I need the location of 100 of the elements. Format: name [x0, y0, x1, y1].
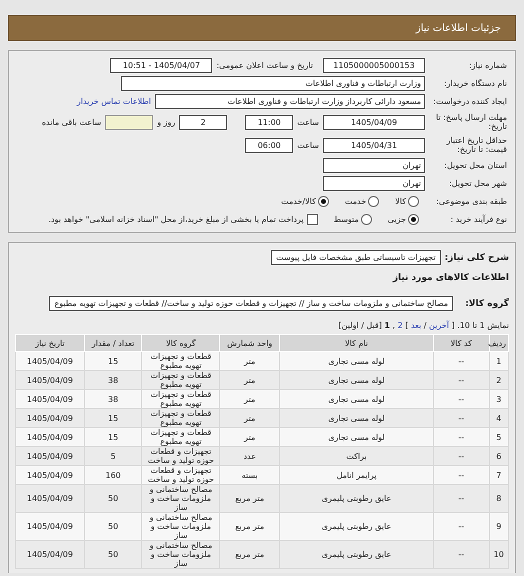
table-cell: قطعات و تجهیزات تهویه مطبوع — [142, 352, 220, 370]
column-header: واحد شمارش — [220, 334, 280, 352]
table-cell: متر — [220, 390, 280, 408]
table-cell: عایق رطوبتی پلیمری — [280, 540, 434, 568]
column-header: گروه کالا — [142, 334, 220, 352]
table-cell: تجهیزات و قطعات حوزه تولید و ساخت — [142, 466, 220, 484]
table-cell: 15 — [84, 428, 142, 446]
table-cell: -- — [434, 466, 489, 484]
page-link[interactable]: آخرین — [429, 321, 449, 330]
table-cell: عایق رطوبتی پلیمری — [280, 484, 434, 512]
field-label: تاریخ و ساعت اعلان عمومی: — [216, 60, 313, 70]
province-field: تهران — [323, 158, 425, 173]
table-cell: براکت — [280, 446, 434, 466]
column-header: کد کالا — [434, 334, 489, 352]
table-cell: 1405/04/09 — [16, 390, 84, 408]
table-cell: 160 — [84, 466, 142, 484]
validity-time-field: 06:00 — [245, 138, 294, 152]
field-label: ایجاد کننده درخواست: — [432, 96, 507, 106]
table-cell: -- — [434, 540, 489, 568]
table-cell: عدد — [220, 446, 280, 466]
option-label: جزیی — [388, 215, 406, 224]
page-link[interactable]: بعد — [410, 321, 422, 330]
process-radio[interactable] — [360, 214, 372, 225]
city-field: تهران — [323, 176, 425, 191]
table-cell: قطعات و تجهیزات تهویه مطبوع — [142, 390, 220, 408]
section-title: اطلاعات کالاهای مورد نیاز — [392, 272, 509, 282]
table-cell: -- — [434, 428, 489, 446]
table-cell: 1405/04/09 — [16, 370, 84, 390]
table-cell: تجهیزات و قطعات حوزه تولید و ساخت — [142, 446, 220, 466]
table-cell: 1405/04/09 — [16, 352, 84, 370]
remaining-time-field — [105, 114, 154, 130]
table-cell: لوله مسی تجاری — [280, 352, 434, 370]
table-cell: 15 — [84, 408, 142, 428]
table-cell: 1405/04/09 — [16, 408, 84, 428]
table-cell: 38 — [84, 390, 142, 408]
table-cell: 50 — [84, 484, 142, 512]
table-cell: 50 — [84, 512, 142, 540]
table-cell: قطعات و تجهیزات تهویه مطبوع — [142, 428, 220, 446]
field-label: شرح کلی نیاز: — [444, 252, 509, 262]
need-number-field: 1105000005000153 — [323, 58, 425, 73]
field-label: شماره نیاز: — [468, 60, 507, 70]
process-radio[interactable] — [408, 214, 419, 225]
column-header: نام کالا — [280, 334, 434, 352]
column-header: تعداد / مقدار — [84, 334, 142, 352]
table-cell: 1405/04/09 — [16, 540, 84, 568]
contact-link[interactable]: اطلاعات تماس خریدار — [76, 97, 151, 106]
table-cell: 1405/04/09 — [16, 428, 84, 446]
category-radio[interactable] — [368, 196, 380, 207]
table-cell: مصالح ساختمانی و ملزومات ساخت و ساز — [142, 484, 220, 512]
table-cell: 8 — [489, 484, 508, 512]
table-cell: پرایمر انامل — [280, 466, 434, 484]
table-cell: متر — [220, 428, 280, 446]
field-label: استان محل تحویل: — [443, 160, 507, 170]
column-header: تاریخ نیاز — [16, 334, 84, 352]
table-cell: -- — [434, 484, 489, 512]
table-cell: بسته — [220, 466, 280, 484]
field-label: نوع فرآیند خرید : — [449, 214, 507, 224]
table-cell: -- — [434, 446, 489, 466]
table-cell: 9 — [489, 512, 508, 540]
table-cell: لوله مسی تجاری — [280, 428, 434, 446]
table-cell: 1405/04/09 — [16, 484, 84, 512]
days-label: روز و — [157, 118, 176, 126]
table-cell: 15 — [84, 352, 142, 370]
table-cell: متر — [220, 370, 280, 390]
table-cell: 5 — [84, 446, 142, 466]
table-cell: 1405/04/09 — [16, 466, 84, 484]
table-cell: 1405/04/09 — [16, 446, 84, 466]
table-cell: 2 — [489, 370, 508, 390]
buyer-field: وزارت ارتباطات و فناوری اطلاعات — [121, 76, 425, 91]
table-cell: متر — [220, 352, 280, 370]
table-cell: -- — [434, 352, 489, 370]
reply-date-field: 1405/04/09 — [323, 114, 425, 130]
category-radio[interactable] — [408, 196, 419, 207]
table-cell: متر — [220, 408, 280, 428]
table-cell: لوله مسی تجاری — [280, 370, 434, 390]
payment-checkbox[interactable] — [306, 214, 318, 225]
page-title: جزئیات اطلاعات نیاز — [416, 22, 501, 34]
table-cell: 1 — [489, 352, 508, 370]
table-cell: -- — [434, 370, 489, 390]
table-cell: لوله مسی تجاری — [280, 390, 434, 408]
table-cell: 38 — [84, 370, 142, 390]
field-label: طبقه بندی موضوعی: — [435, 196, 507, 206]
remaining-label: ساعت باقی مانده — [42, 118, 102, 126]
table-cell: 1405/04/09 — [16, 512, 84, 540]
announce-date-field: 1405/04/07 - 10:51 — [110, 58, 212, 73]
table-cell: مصالح ساختمانی و ملزومات ساخت و ساز — [142, 540, 220, 568]
table-cell: 6 — [489, 446, 508, 466]
table-cell: 10 — [489, 540, 508, 568]
field-label: مهلت ارسال پاسخ: تا تاریخ: — [434, 112, 507, 132]
table-cell: 5 — [489, 428, 508, 446]
reply-time-field: 11:00 — [245, 114, 294, 130]
field-label: شهر محل تحویل: — [448, 178, 507, 188]
category-radio[interactable] — [318, 196, 329, 207]
table-cell: -- — [434, 408, 489, 428]
table-cell: متر مربع — [220, 512, 280, 540]
table-cell: قطعات و تجهیزات تهویه مطبوع — [142, 370, 220, 390]
table-cell: -- — [434, 512, 489, 540]
payment-note: پرداخت تمام یا بخشی از مبلغ خرید،از محل "اسناد خزانه اسلامی" خواهد بود. — [48, 215, 304, 224]
page-link[interactable]: 2 — [398, 321, 403, 330]
table-cell: عایق رطوبتی پلیمری — [280, 512, 434, 540]
